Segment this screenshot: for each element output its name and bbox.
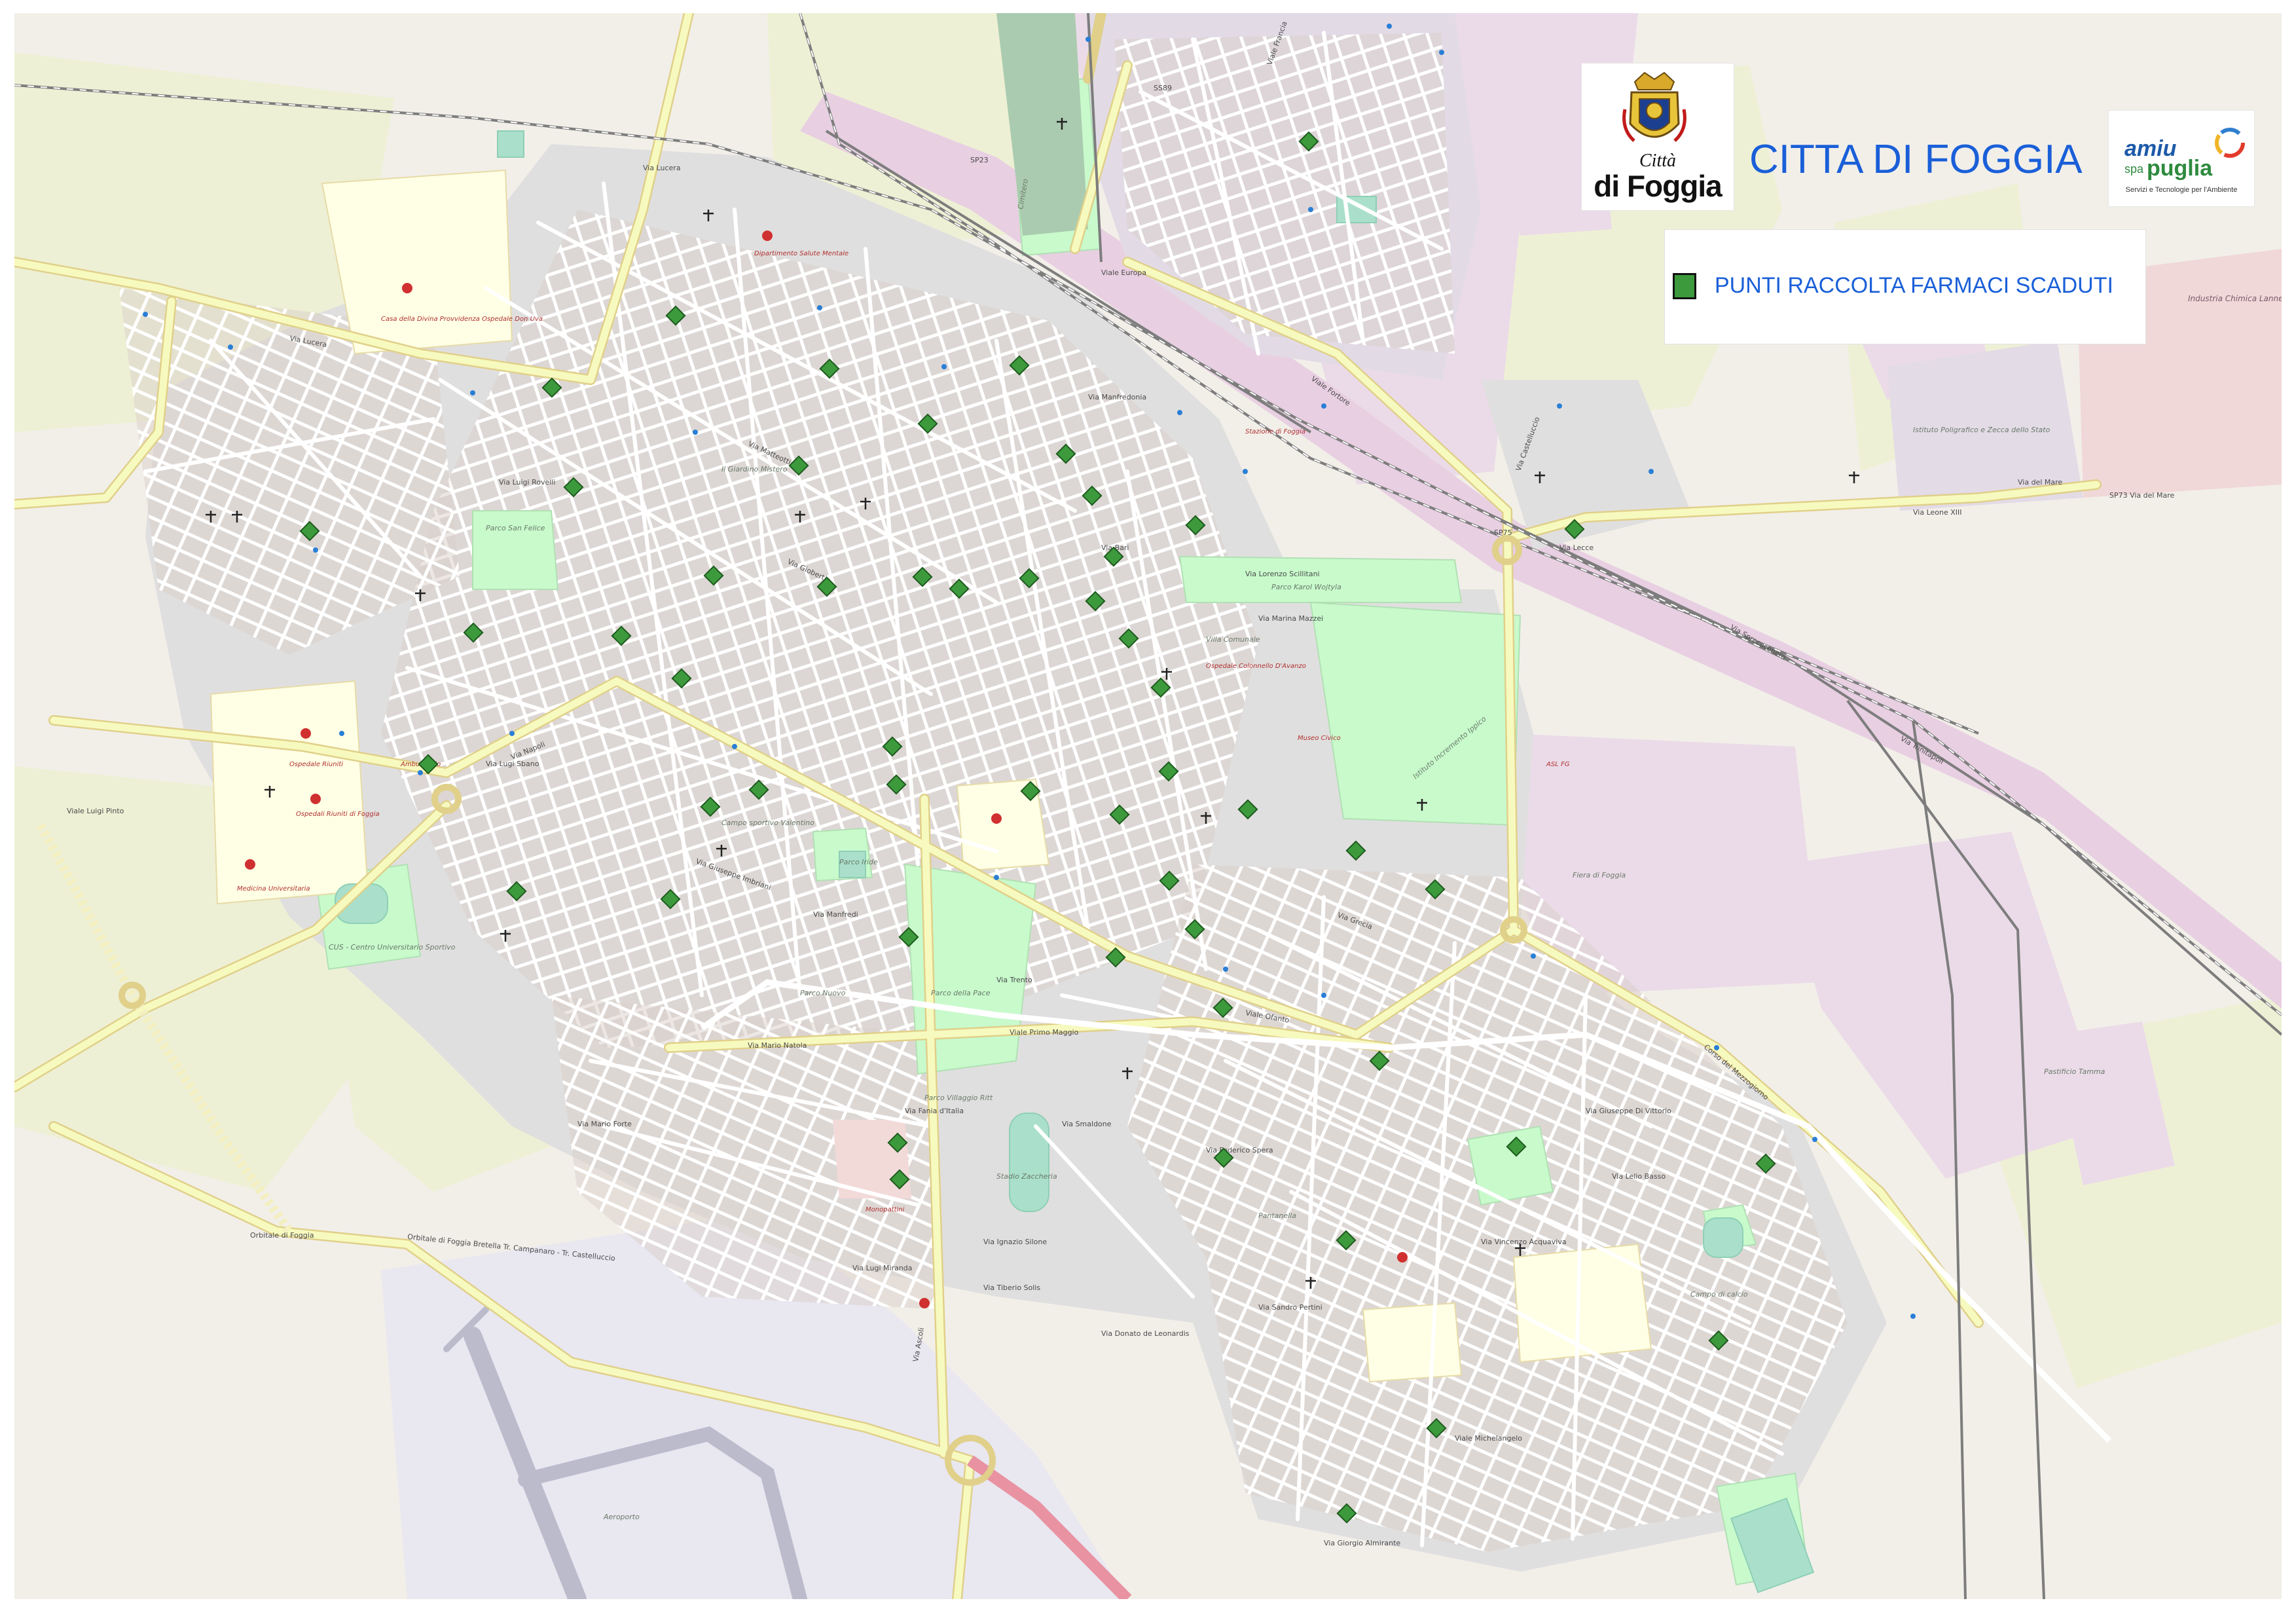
street-label: Via Lorenzo Scillitani: [1245, 570, 1320, 578]
hospital-icon: [1397, 1252, 1408, 1263]
area-label: Stadio Zaccheria: [996, 1172, 1057, 1181]
street-label: SP23: [970, 156, 989, 164]
street-label: Via Giuseppe Di Vittorio: [1586, 1107, 1671, 1115]
hospital-icon: [991, 813, 1002, 824]
amiu-puglia-logo: amiu spa puglia Servizi e Tecnologie per…: [2108, 110, 2255, 207]
hospital-icon: [301, 728, 311, 739]
street-label: SP73 Via del Mare: [2109, 491, 2175, 500]
industrial-label: Industria Chimica Lannero: [2188, 294, 2282, 303]
street-label: Via Giorgio Almirante: [1324, 1539, 1400, 1547]
area-label: Il Giardino Mistero: [721, 465, 788, 473]
poi-label: Ospedale Riuniti: [289, 761, 343, 768]
street-label: Via Leone XIII: [1913, 508, 1962, 517]
poi-label: Casa della Divina Provvidenza Ospedale D…: [381, 316, 543, 323]
street-label: Viale Primo Maggio: [1010, 1028, 1079, 1037]
street-label: Via Mario Forte: [577, 1120, 632, 1128]
poi-label: Ospedale Colonnello D'Avanzo: [1206, 663, 1306, 670]
logo-foggia-line1: Città: [1639, 151, 1676, 171]
street-label: Via Lugi Miranda: [852, 1264, 913, 1272]
street-label: Viale Europa: [1101, 268, 1146, 277]
street-label: Via Lugi Sbano: [486, 760, 539, 768]
street-label: Via Luigi Rovelli: [499, 478, 555, 487]
area-label: Parco San Felice: [486, 524, 545, 532]
amiu-tagline: Servizi e Tecnologie per l'Ambiente: [2125, 186, 2238, 194]
comune-foggia-logo: Città di Foggia: [1581, 63, 1734, 211]
street-label: SP75: [1494, 528, 1512, 537]
street-label: Via del Mare: [2018, 478, 2062, 487]
hospital-icon: [310, 794, 321, 804]
street-label: Orbitale di Foggia: [250, 1231, 314, 1240]
street-label: Via Manfredi: [813, 910, 858, 919]
street-label: SS89: [1154, 84, 1172, 92]
area-label: Campo sportivo Valentino: [721, 819, 814, 827]
area-label: Fiera di Foggia: [1573, 871, 1626, 879]
street-label: Via Trento: [996, 976, 1032, 984]
area-label: Pantanella: [1258, 1211, 1296, 1220]
poi-label: Museo Civico: [1298, 735, 1341, 742]
street-label: Via Lecce: [1559, 544, 1594, 552]
area-label: Parco Iride: [839, 858, 878, 866]
poi-label: Medicina Universitaria: [237, 885, 310, 893]
street-label: Via Donato de Leonardis: [1101, 1329, 1190, 1338]
area-label: CUS - Centro Universitario Sportivo: [329, 943, 456, 951]
hospital-icon: [762, 231, 773, 241]
street-label: Via Manfredonia: [1088, 393, 1146, 401]
area-label: Parco Villaggio Ritt: [924, 1094, 993, 1102]
amiu-region-wordmark: puglia: [2147, 156, 2213, 181]
hospital-icon: [919, 1298, 930, 1308]
area-label: Istituto Poligrafico e Zecca dello Stato: [1913, 426, 2050, 434]
poi-label: Stazione di Foggia: [1245, 428, 1305, 435]
collection-point-legend-swatch: [1673, 273, 1696, 299]
street-label: Via Lucera: [643, 164, 681, 172]
street-label: Via Federico Spera: [1206, 1146, 1273, 1154]
map-legend: PUNTI RACCOLTA FARMACI SCADUTI: [1664, 229, 2146, 344]
street-label: Via Smaldone: [1062, 1120, 1112, 1128]
logo-foggia-line2: di Foggia: [1594, 169, 1722, 203]
area-label: Campo di calcio: [1690, 1290, 1748, 1299]
street-label: Via Lelio Basso: [1612, 1172, 1666, 1181]
area-label: Parco Nuovo: [800, 989, 846, 997]
street-label: Via Sandro Pertini: [1258, 1303, 1322, 1312]
area-label: Villa Comunale: [1206, 635, 1260, 644]
street-label: Via Mario Natola: [748, 1041, 807, 1050]
amiu-swirl-icon: [2215, 128, 2245, 158]
hospital-icon: [245, 859, 255, 870]
page-title: CITTA DI FOGGIA: [1749, 137, 2083, 182]
area-label: Parco Karol Wojtyla: [1271, 583, 1341, 591]
street-label: Viale Michelangelo: [1455, 1434, 1522, 1443]
street-label: Via Marina Mazzei: [1258, 614, 1323, 623]
area-label: Aeroporto: [603, 1513, 640, 1521]
street-label: Via Ignazio Silone: [983, 1238, 1047, 1246]
area-label: Pastificio Tamma: [2044, 1067, 2105, 1076]
street-label: Via Vincenzo Acquaviva: [1481, 1238, 1567, 1246]
amiu-spa-label: spa: [2124, 162, 2144, 175]
street-label: Via Fania d'Italia: [905, 1107, 964, 1115]
area-label: Parco della Pace: [931, 989, 991, 997]
crest-icon: [1622, 71, 1686, 142]
street-label: Viale Luigi Pinto: [67, 807, 124, 815]
hospital-icon: [402, 283, 412, 293]
poi-label: ASL FG: [1546, 761, 1570, 768]
poi-label: Dipartimento Salute Mentale: [754, 250, 848, 257]
poi-label: Monopattini: [866, 1206, 905, 1213]
poi-label: Ospedali Riuniti di Foggia: [296, 811, 380, 818]
legend-label: PUNTI RACCOLTA FARMACI SCADUTI: [1715, 273, 2113, 298]
street-label: Via Tiberio Solis: [983, 1283, 1040, 1292]
